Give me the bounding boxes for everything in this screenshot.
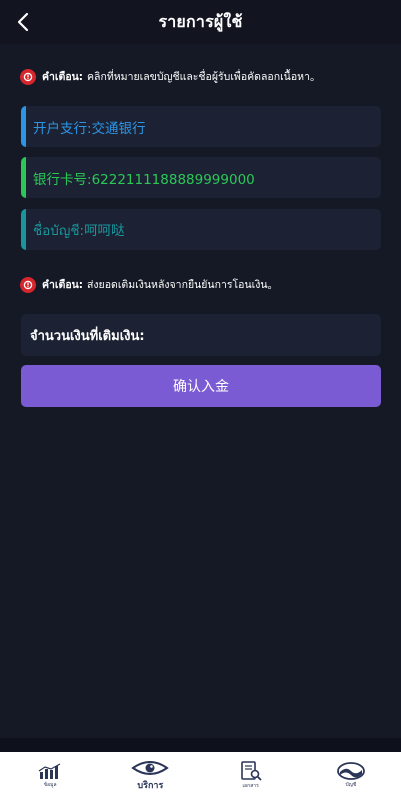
back-button[interactable] [12,10,34,34]
card-number-label: 银行卡号: [33,171,92,188]
copy-warning: คำเตือน: คลิกที่หมายเลขบัญชีและชื่อผู้รั… [20,68,385,85]
warning-icon [20,68,36,85]
account-name-value: 呵呵哒 [84,222,125,239]
bottom-divider [0,738,401,752]
card-accent-bar [21,106,26,147]
transfer-warning: คำเตือน: ส่งยอดเติมเงินหลังจากยืนยันการโ… [20,276,385,293]
nav-item-account[interactable]: บัญชี [316,754,386,798]
card-accent-bar [21,209,26,250]
amount-field[interactable]: จำนวนเงินที่เติมเงิน: [21,314,381,356]
nav-label: ข้อมูล [43,782,57,788]
header-bar: รายการผู้ใช้ [0,0,401,44]
page-title: รายการผู้ใช้ [158,11,243,31]
chevron-left-icon [17,12,29,32]
wave-logo-icon [336,762,365,780]
eye-icon [131,761,170,775]
confirm-deposit-button[interactable]: 确认入金 [21,365,381,407]
branch-value: 交通银行 [91,120,146,137]
card-number-card[interactable]: 银行卡号:6222111188889999000 [21,157,381,198]
document-search-icon [240,761,262,781]
warning-icon [20,276,36,293]
account-name-label: ชื่อบัญชี: [33,222,85,239]
nav-item-services[interactable]: บริการ [115,754,185,798]
branch-info-card[interactable]: 开户支行:交通银行 [21,106,381,147]
nav-label: บัญชี [345,782,357,788]
nav-label: บริการ [137,781,164,791]
account-name-card[interactable]: ชื่อบัญชี:呵呵哒 [21,209,381,250]
warning-text: ส่งยอดเติมเงินหลังจากยืนยันการโอนเงิน。 [87,279,279,291]
amount-label: จำนวนเงินที่เติมเงิน: [30,328,145,344]
branch-label: 开户支行: [33,120,92,137]
nav-label: เอกสาร [242,783,259,789]
nav-item-documents[interactable]: เอกสาร [216,754,286,798]
card-number-value: 6222111188889999000 [91,171,255,188]
warning-label: คำเตือน: [42,279,84,291]
chart-icon [38,763,61,779]
bottom-nav: ข้อมูล บริการ เอกสาร บัญชี [0,752,401,799]
warning-text: คลิกที่หมายเลขบัญชีและชื่อผู้รับเพื่อคัด… [87,71,321,83]
warning-label: คำเตือน: [42,71,84,83]
amount-input[interactable] [144,314,381,356]
card-accent-bar [21,157,26,198]
nav-item-data[interactable]: ข้อมูล [15,754,85,798]
